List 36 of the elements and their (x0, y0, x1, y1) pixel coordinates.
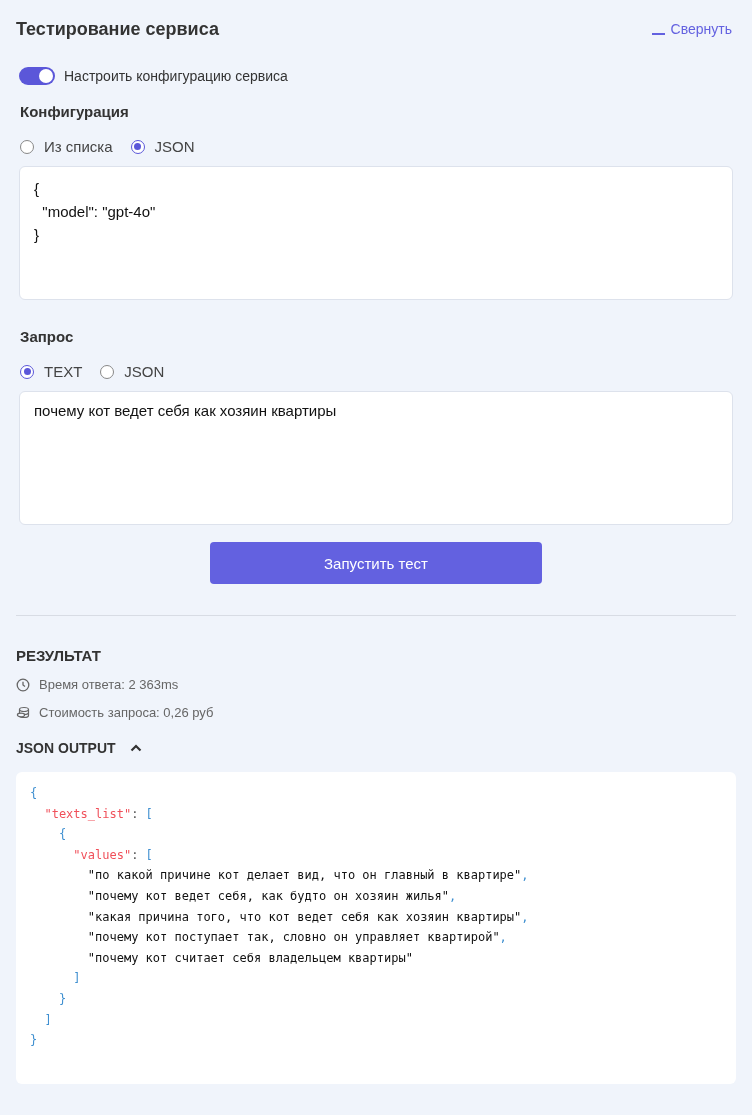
chevron-icon[interactable] (129, 744, 142, 752)
subsection-title: Запрос (20, 328, 75, 345)
code-line: "texts_list": [ (43, 805, 154, 823)
code-line: ] (72, 970, 82, 988)
config-editor[interactable]: { "model": "gpt-4o" } (19, 166, 733, 300)
coins-icon (16, 705, 30, 720)
stat-text: Время ответа: 2 363ms (39, 677, 179, 692)
radio-option[interactable]: TEXT (20, 363, 83, 380)
code-line: "по какой причине кот делает вид, что он главный в квартире", (86, 867, 530, 885)
section-title: Тестирование сервиса (16, 18, 219, 40)
code-line: "model": "gpt-4o" (41, 202, 157, 222)
code-line: ] (43, 1011, 53, 1029)
run-test-button[interactable]: Запустить тест (210, 542, 542, 584)
toggle-label: Настроить конфигурацию сервиса (64, 68, 288, 84)
toggle-switch[interactable] (19, 67, 55, 85)
code-line: "почему кот поступает так, словно он управляет квартирой", (86, 929, 508, 947)
collapse-link[interactable]: Свернуть (651, 21, 732, 37)
radio-option[interactable]: JSON (130, 138, 195, 155)
code-line: } (57, 990, 68, 1008)
code-line: { (30, 785, 39, 802)
code-line: } (34, 225, 40, 245)
output-title: JSON OUTPUT (16, 740, 116, 756)
code-line: "values": [ (72, 846, 154, 864)
result-title: РЕЗУЛЬТАТ (16, 647, 102, 664)
code-line: { (57, 826, 68, 844)
code-line: } (30, 1032, 39, 1050)
code-line: "почему кот считает себя владельцем квартиры" (86, 949, 414, 967)
code-line: "почему кот ведет себя, как будто он хозяин жилья", (86, 887, 458, 905)
subsection-title: Конфигурация (20, 103, 130, 120)
code-line: { (34, 179, 40, 199)
radio-option[interactable]: Из списка (20, 138, 113, 155)
clock-icon (16, 677, 30, 692)
code-line: "какая причина того, что кот ведет себя как хозяин квартиры", (86, 908, 530, 926)
stat-text: Стоимость запроса: 0,26 руб (39, 705, 214, 720)
radio-option[interactable]: JSON (100, 363, 165, 380)
request-field[interactable]: почему кот ведет себя как хозяин квартиры (19, 391, 733, 525)
